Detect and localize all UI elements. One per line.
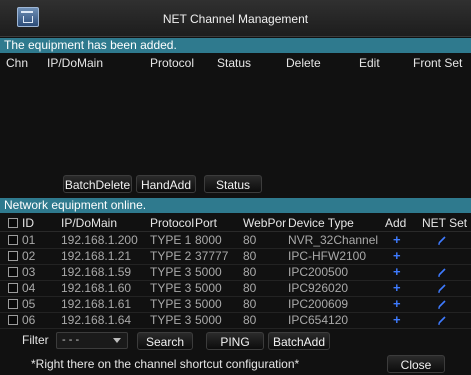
cell-device-type: IPC200500 [288,265,349,279]
cell-device-type: NVR_32Channel [288,233,379,247]
cell-web-port: 80 [243,313,257,327]
filter-label: Filter [22,333,49,347]
row-checkbox[interactable] [8,283,18,293]
col-add: Add [385,216,407,230]
col-front-set: Front Set [413,56,463,70]
cell-ip: 192.168.1.200 [61,233,138,247]
table-row[interactable]: 04 192.168.1.60 TYPE 3 5000 80 IPC926020 + [0,280,471,297]
cell-protocol: TYPE 2 [150,249,192,263]
col-web-port: WebPor [243,216,287,230]
col-id: ID [22,216,34,230]
row-checkbox[interactable] [8,315,18,325]
cell-ip: 192.168.1.59 [61,265,132,279]
added-equipment-banner: The equipment has been added. [0,38,471,53]
row-checkbox[interactable] [8,235,18,245]
row-checkbox[interactable] [8,267,18,277]
col-protocol: Protocol [150,216,195,230]
cell-port: 5000 [195,313,222,327]
cell-port: 5000 [195,297,222,311]
cell-protocol: TYPE 3 [150,313,192,327]
cell-device-type: IPC926020 [288,281,349,295]
cell-device-type: IPC-HFW2100 [288,249,367,263]
cell-id: 06 [22,313,36,327]
search-button[interactable]: Search [137,332,193,350]
online-equipment-banner: Network equipment online. [0,198,471,213]
shortcut-hint: *Right there on the channel shortcut con… [31,357,300,371]
batch-delete-button[interactable]: BatchDelete [63,175,132,193]
col-ip-domain: IP/DoMain [61,216,118,230]
ping-button[interactable]: PING [206,332,264,350]
cell-ip: 192.168.1.64 [61,313,132,327]
col-protocol: Protocol [150,56,195,70]
net-channel-management-window: NET Channel Management The equipment has… [0,0,471,375]
table-row[interactable]: 03 192.168.1.59 TYPE 3 5000 80 IPC200500 + [0,264,471,281]
close-button[interactable]: Close [387,355,445,373]
cell-port: 37777 [195,249,229,263]
cell-web-port: 80 [243,265,257,279]
cell-id: 03 [22,265,36,279]
cell-protocol: TYPE 3 [150,297,192,311]
title-bar: NET Channel Management [0,0,471,37]
add-icon[interactable]: + [393,312,401,328]
add-icon[interactable]: + [393,248,401,264]
filter-select[interactable]: - - - [56,332,128,349]
add-icon[interactable]: + [393,296,401,312]
filter-value: - - - [62,334,80,346]
col-ip-domain: IP/DoMain [47,56,104,70]
cell-web-port: 80 [243,249,257,263]
cell-device-type: IPC654120 [288,313,349,327]
table-row[interactable]: 01 192.168.1.200 TYPE 1 8000 80 NVR_32Channel… [0,232,471,249]
cell-port: 5000 [195,265,222,279]
cell-protocol: TYPE 3 [150,265,192,279]
select-all-checkbox[interactable] [8,218,18,228]
col-net-set: NET Set [422,216,468,230]
add-icon[interactable]: + [393,232,401,248]
cell-web-port: 80 [243,281,257,295]
window-title: NET Channel Management [162,12,309,26]
chevron-down-icon [113,338,121,343]
col-port: Port [195,216,218,230]
row-checkbox[interactable] [8,251,18,261]
cell-ip: 192.168.1.60 [61,281,132,295]
add-icon[interactable]: + [393,264,401,280]
cell-id: 02 [22,249,36,263]
cell-id: 04 [22,281,36,295]
cell-protocol: TYPE 3 [150,281,192,295]
col-chn: Chn [6,56,29,70]
cell-protocol: TYPE 1 [150,233,192,247]
cell-device-type: IPC200609 [288,297,349,311]
cell-ip: 192.168.1.21 [61,249,132,263]
added-table-header: Chn IP/DoMain Protocol Status Delete Edi… [0,55,471,71]
cell-id: 05 [22,297,36,311]
cell-web-port: 80 [243,297,257,311]
col-edit: Edit [359,56,380,70]
added-equipment-list[interactable] [0,72,471,172]
cell-port: 8000 [195,233,222,247]
add-icon[interactable]: + [393,280,401,296]
col-delete: Delete [286,56,321,70]
hand-add-button[interactable]: HandAdd [136,175,196,193]
col-device-type: Device Type [288,216,354,230]
table-row[interactable]: 02 192.168.1.21 TYPE 2 37777 80 IPC-HFW2100 + [0,248,471,265]
col-status: Status [217,56,252,70]
cell-web-port: 80 [243,233,257,247]
table-row[interactable]: 05 192.168.1.61 TYPE 3 5000 80 IPC200609 + [0,296,471,313]
table-row[interactable]: 06 192.168.1.64 TYPE 3 5000 80 IPC654120 + [0,312,471,329]
cell-port: 5000 [195,281,222,295]
status-button[interactable]: Status [204,175,262,193]
cell-ip: 192.168.1.61 [61,297,132,311]
edit-icon[interactable] [437,314,447,330]
row-checkbox[interactable] [8,299,18,309]
cell-id: 01 [22,233,36,247]
online-table-header: ID IP/DoMain Protocol Port WebPor Device… [0,215,471,232]
batch-add-button[interactable]: BatchAdd [268,332,330,350]
